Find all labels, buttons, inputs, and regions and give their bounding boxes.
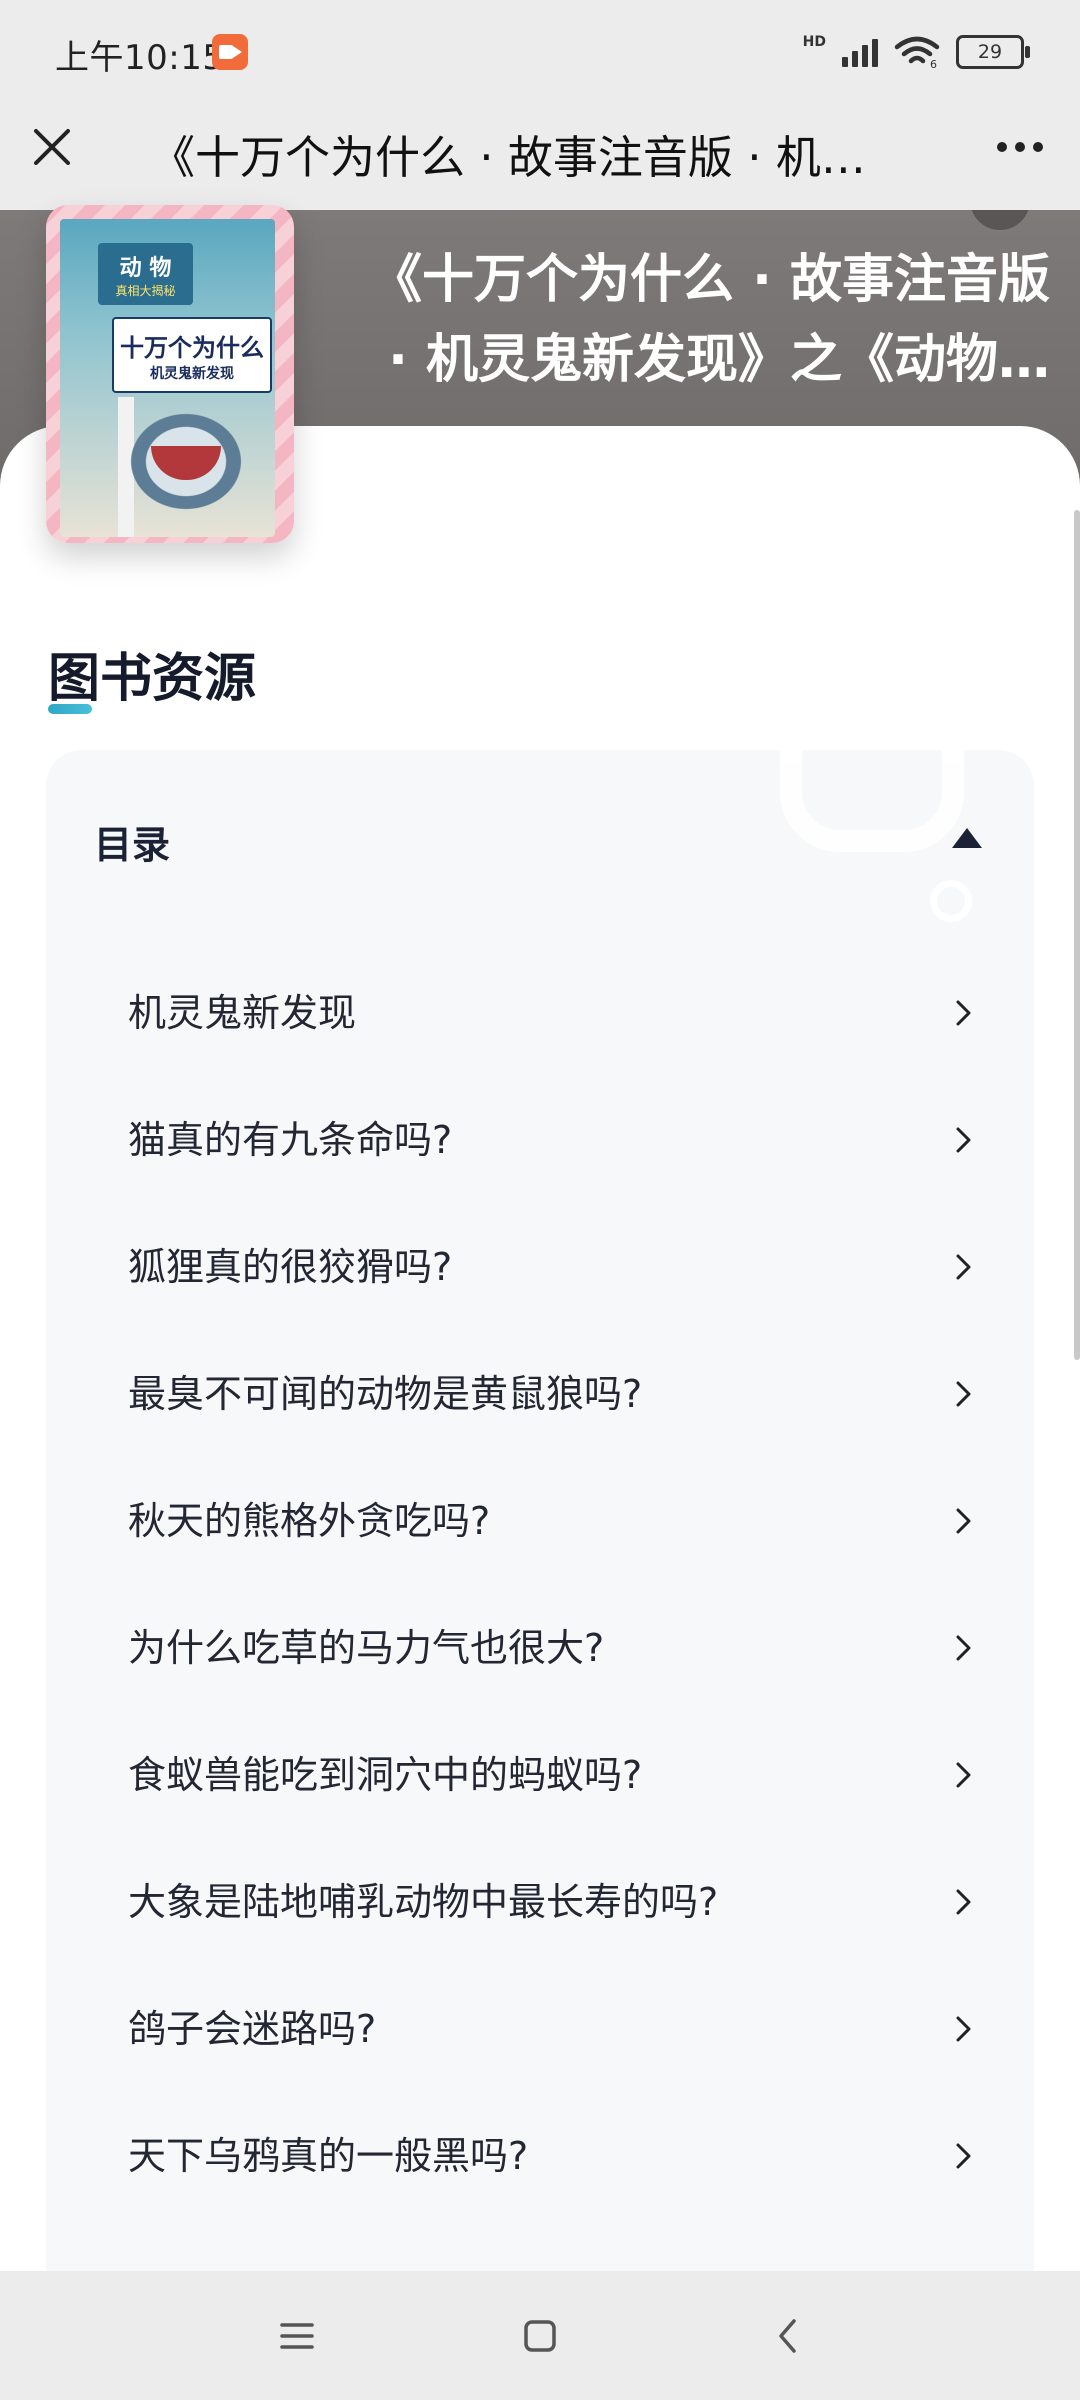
cover-badge-title: 动 物	[119, 255, 172, 281]
toc-item[interactable]: 为什么吃草的马力气也很大?	[46, 1585, 1034, 1712]
toc-panel: 目录 机灵鬼新发现 猫真的有九条命吗? 狐狸真的很狡猾吗? 最臭不可闻的动物是黄…	[46, 750, 1034, 2271]
cover-badge: 动 物 真相大揭秘	[98, 243, 193, 305]
scrollbar[interactable]	[1074, 510, 1080, 1360]
toc-item[interactable]: 最臭不可闻的动物是黄鼠狼吗?	[46, 1331, 1034, 1458]
chevron-right-icon	[956, 1254, 971, 1280]
watermark-decoration	[780, 750, 964, 852]
toc-item[interactable]: 鸽子会迷路吗?	[46, 1966, 1034, 2093]
menu-icon[interactable]	[272, 2311, 322, 2361]
section-title: 图书资源	[48, 649, 257, 709]
toc-item-label: 大象是陆地哺乳动物中最长寿的吗?	[128, 1880, 719, 1924]
content-sheet: 图书资源 目录 机灵鬼新发现 猫真的有九条命吗? 狐狸真的很狡猾吗? 最臭不可闻…	[0, 426, 1080, 2271]
screen-record-icon	[212, 34, 248, 70]
cover-series-subtitle: 机灵鬼新发现	[150, 365, 234, 382]
wifi-icon: 6	[894, 36, 940, 69]
hero-decoration	[970, 210, 1030, 230]
app-header: 《十万个为什么 · 故事注音版 · 机灵…	[0, 105, 1080, 210]
cover-shark-illustration	[116, 401, 256, 511]
back-icon[interactable]	[764, 2311, 814, 2361]
toc-item-label: 机灵鬼新发现	[128, 991, 357, 1035]
more-options-icon[interactable]	[990, 127, 1050, 167]
toc-item-label: 天下乌鸦真的一般黑吗?	[128, 2134, 529, 2178]
toc-item-label: 为什么吃草的马力气也很大?	[128, 1626, 605, 1670]
toc-item-label: 秋天的熊格外贪吃吗?	[128, 1499, 491, 1543]
watermark-dot-decoration	[930, 880, 972, 922]
status-time: 上午10:15	[55, 38, 225, 78]
chevron-right-icon	[956, 1889, 971, 1915]
home-icon[interactable]	[515, 2311, 565, 2361]
battery-icon: 29	[956, 35, 1030, 69]
chevron-right-icon	[956, 1635, 971, 1661]
page-title: 《十万个为什么 · 故事注音版 · 机灵…	[150, 131, 910, 181]
toc-item-label: 狐狸真的很狡猾吗?	[128, 1245, 453, 1289]
chevron-right-icon	[956, 1381, 971, 1407]
chevron-right-icon	[956, 1508, 971, 1534]
chevron-right-icon	[956, 1762, 971, 1788]
toc-item[interactable]: 猫真的有九条命吗?	[46, 1077, 1034, 1204]
cover-series-title: 十万个为什么	[120, 333, 264, 362]
signal-icon	[842, 37, 878, 67]
status-indicators: HD 6 29	[802, 32, 1030, 72]
cover-series-banner: 十万个为什么 机灵鬼新发现	[112, 317, 272, 393]
toc-item[interactable]: 机灵鬼新发现	[46, 950, 1034, 1077]
toc-item[interactable]: 食蚁兽能吃到洞穴中的蚂蚁吗?	[46, 1712, 1034, 1839]
cover-badge-subtitle: 真相大揭秘	[115, 283, 176, 298]
system-nav-bar	[0, 2271, 1080, 2400]
toc-heading: 目录	[94, 823, 171, 867]
chevron-right-icon	[956, 1127, 971, 1153]
chevron-right-icon	[956, 2143, 971, 2169]
collapse-triangle-icon[interactable]	[952, 828, 982, 848]
toc-item-label: 最臭不可闻的动物是黄鼠狼吗?	[128, 1372, 643, 1416]
close-icon[interactable]	[28, 123, 76, 171]
status-bar: 上午10:15 HD 6 29	[0, 0, 1080, 105]
toc-item[interactable]: 秋天的熊格外贪吃吗?	[46, 1458, 1034, 1585]
chevron-right-icon	[956, 1000, 971, 1026]
toc-item-label: 鸽子会迷路吗?	[128, 2007, 377, 2051]
section-underline	[48, 704, 92, 714]
book-cover-image: 动 物 真相大揭秘 十万个为什么 机灵鬼新发现	[46, 205, 294, 543]
toc-item-label: 猫真的有九条命吗?	[128, 1118, 453, 1162]
toc-list: 机灵鬼新发现 猫真的有九条命吗? 狐狸真的很狡猾吗? 最臭不可闻的动物是黄鼠狼吗…	[46, 950, 1034, 2220]
network-type-label: HD	[802, 34, 826, 50]
toc-item[interactable]: 狐狸真的很狡猾吗?	[46, 1204, 1034, 1331]
book-title: 《十万个为什么 · 故事注音版 · 机灵鬼新发现》之《动物…	[370, 250, 1050, 390]
toc-item-label: 食蚁兽能吃到洞穴中的蚂蚁吗?	[128, 1753, 643, 1797]
chevron-right-icon	[956, 2016, 971, 2042]
toc-item[interactable]: 大象是陆地哺乳动物中最长寿的吗?	[46, 1839, 1034, 1966]
toc-item[interactable]: 天下乌鸦真的一般黑吗?	[46, 2093, 1034, 2220]
wifi-standard-label: 6	[930, 58, 937, 69]
